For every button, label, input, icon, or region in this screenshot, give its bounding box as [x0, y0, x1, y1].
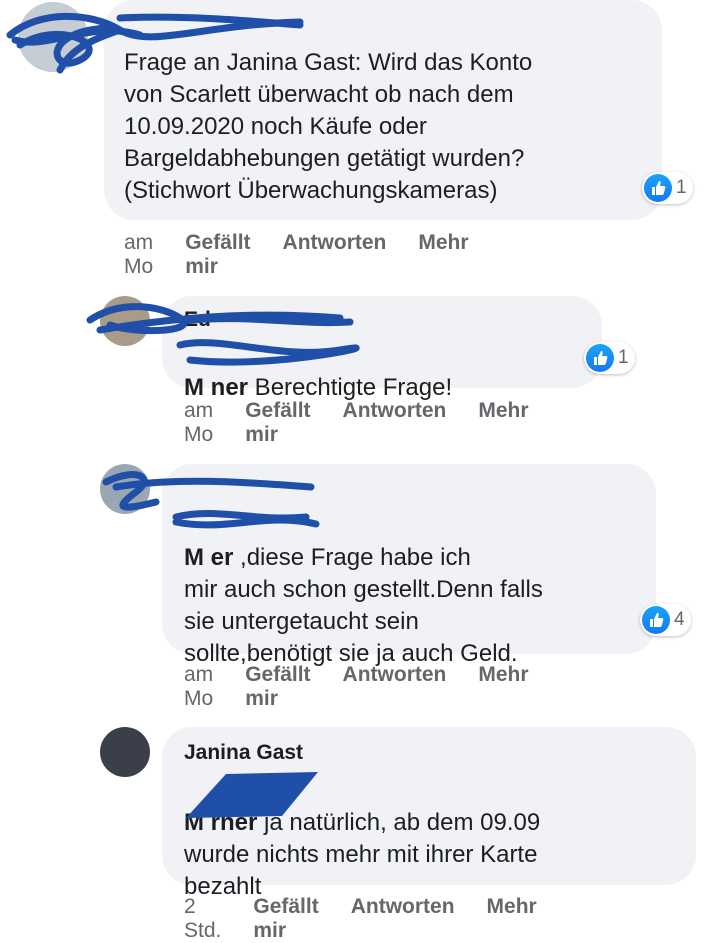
comment-text: M ner Berechtigte Frage! — [184, 340, 452, 404]
comment-body: Berechtigte Frage! — [248, 374, 453, 401]
more-button[interactable]: Mehr — [478, 663, 528, 711]
comment-text: M er ,diese Frage habe ich mir auch scho… — [184, 510, 543, 670]
timestamp[interactable]: am Mo — [124, 231, 153, 279]
thumbs-up-icon — [644, 174, 672, 202]
reaction-count: 4 — [674, 609, 685, 630]
reply-button[interactable]: Antworten — [343, 663, 447, 711]
comment-bubble: Janina Gast M rner ja natürlich, ab dem … — [162, 727, 696, 900]
more-button[interactable]: Mehr — [487, 895, 537, 943]
comment-bubble: M er ,diese Frage habe ich mir auch scho… — [162, 464, 656, 667]
reaction-count: 1 — [676, 177, 687, 198]
like-button[interactable]: Gefällt mir — [245, 663, 310, 711]
author-name[interactable]: Janina Gast — [184, 741, 303, 765]
comment-actions: am Mo Gefällt mir Antworten Mehr — [124, 231, 469, 279]
thumbs-up-icon — [642, 606, 670, 634]
comment-body: ,diese Frage habe ich mir auch schon ges… — [184, 544, 543, 667]
reply-button[interactable]: Antworten — [343, 399, 447, 447]
author-name[interactable]: Ed — [184, 308, 211, 332]
comment-bubble: Ed M ner Berechtigte Frage! — [162, 296, 602, 401]
reaction-badge[interactable]: 1 — [584, 342, 635, 374]
avatar[interactable] — [100, 296, 150, 346]
comment-actions: am Mo Gefällt mir Antworten Mehr — [184, 663, 529, 711]
comment-bubble: Frage an Janina Gast: Wird das Konto von… — [104, 0, 662, 220]
like-button[interactable]: Gefällt mir — [245, 399, 310, 447]
like-button[interactable]: Gefällt mir — [185, 231, 250, 279]
reply-button[interactable]: Antworten — [283, 231, 387, 279]
avatar[interactable] — [100, 727, 150, 777]
timestamp[interactable]: 2 Std. — [184, 895, 221, 943]
timestamp[interactable]: am Mo — [184, 399, 213, 447]
reaction-badge[interactable]: 4 — [640, 604, 691, 636]
avatar[interactable] — [18, 2, 88, 72]
reply-button[interactable]: Antworten — [351, 895, 455, 943]
reaction-badge[interactable]: 1 — [642, 172, 693, 204]
mention-link[interactable]: M ner — [184, 374, 248, 401]
comment-actions: 2 Std. Gefällt mir Antworten Mehr — [184, 895, 537, 943]
timestamp[interactable]: am Mo — [184, 663, 213, 711]
reaction-count: 1 — [618, 347, 629, 368]
comment-text: M rner ja natürlich, ab dem 09.09 wurde … — [184, 775, 540, 903]
avatar[interactable] — [100, 464, 150, 514]
mention-link[interactable]: M rner — [184, 809, 257, 836]
like-button[interactable]: Gefällt mir — [253, 895, 318, 943]
more-button[interactable]: Mehr — [478, 399, 528, 447]
comment-actions: am Mo Gefällt mir Antworten Mehr — [184, 399, 529, 447]
more-button[interactable]: Mehr — [418, 231, 468, 279]
mention-link[interactable]: M er — [184, 544, 233, 571]
thumbs-up-icon — [586, 344, 614, 372]
comment-text: Frage an Janina Gast: Wird das Konto von… — [124, 49, 533, 204]
